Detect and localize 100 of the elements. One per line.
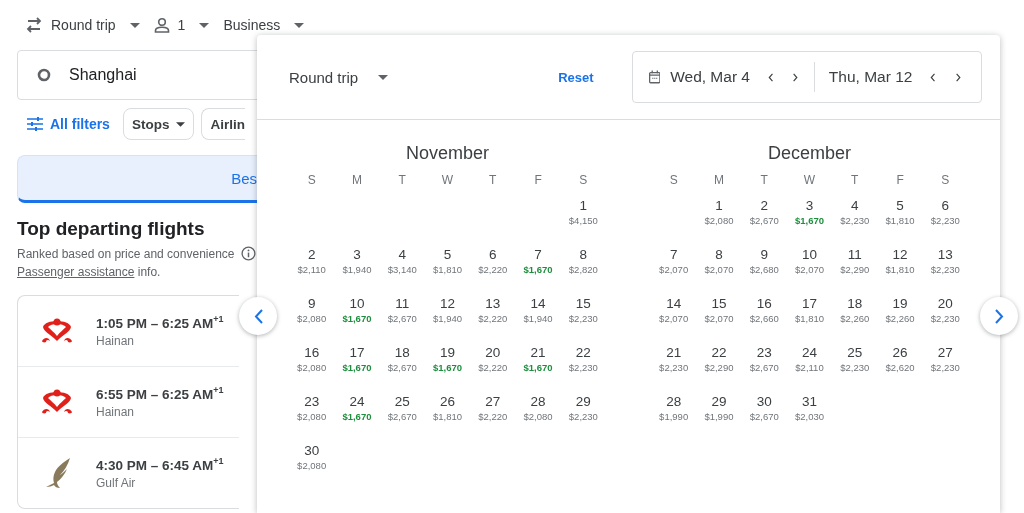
day-number[interactable]: 25: [847, 344, 863, 360]
day-number[interactable]: 6: [489, 246, 497, 262]
flight-row[interactable]: 1:05 PM – 6:25 AM$^{+1}$ Hainan: [18, 296, 239, 366]
day-number[interactable]: 21: [666, 344, 682, 360]
day-number[interactable]: 11: [395, 295, 410, 311]
info-icon[interactable]: [240, 246, 256, 261]
airline-name: Hainan: [96, 405, 136, 420]
day-number[interactable]: 31: [801, 393, 817, 409]
day-price: $2,080: [704, 214, 734, 226]
sort-tab[interactable]: Bes: [17, 155, 257, 203]
day-number[interactable]: 14: [530, 295, 546, 311]
day-number[interactable]: 1: [715, 197, 723, 213]
day-number[interactable]: 27: [485, 393, 501, 409]
day-price: $2,670: [749, 410, 779, 422]
reset-button[interactable]: Reset: [558, 69, 594, 85]
day-number[interactable]: 27: [937, 344, 953, 360]
day-number[interactable]: 29: [711, 393, 727, 409]
day-number[interactable]: 21: [530, 344, 546, 360]
day-price: $1,990: [704, 410, 734, 422]
day-number[interactable]: 2: [307, 246, 316, 262]
day-number[interactable]: 16: [304, 344, 320, 360]
all-filters-button[interactable]: All filters: [50, 116, 110, 132]
day-number[interactable]: 20: [485, 344, 501, 360]
day-number[interactable]: 26: [892, 344, 908, 360]
day-number[interactable]: 22: [575, 344, 591, 360]
cabin-dropdown[interactable]: Business: [223, 17, 281, 33]
day-number[interactable]: 15: [711, 295, 727, 311]
day-number[interactable]: 23: [304, 393, 320, 409]
day-number[interactable]: 6: [941, 197, 950, 213]
day-number[interactable]: 24: [801, 344, 817, 360]
day-number[interactable]: 2: [760, 197, 768, 213]
passenger-dropdown[interactable]: 1: [177, 17, 186, 33]
day-number[interactable]: 20: [937, 295, 953, 311]
day-number[interactable]: 8: [579, 246, 588, 262]
day-number[interactable]: 25: [394, 393, 410, 409]
day-number[interactable]: 18: [847, 295, 863, 311]
day-number[interactable]: 11: [847, 246, 862, 262]
sliders-icon: [27, 117, 43, 131]
day-number[interactable]: 10: [801, 246, 817, 262]
day-price: $2,820: [568, 263, 598, 275]
day-number[interactable]: 19: [439, 344, 455, 360]
day-number[interactable]: 22: [711, 344, 727, 360]
day-price: $2,670: [387, 312, 417, 324]
day-number[interactable]: 3: [353, 246, 361, 262]
day-number[interactable]: 29: [575, 393, 591, 409]
day-price: $2,260: [885, 312, 915, 324]
day-price: $2,670: [387, 410, 417, 422]
day-number[interactable]: 4: [398, 246, 406, 262]
filter-chip[interactable]: Stops: [122, 108, 195, 140]
return-date[interactable]: Thu, Mar 12: [828, 68, 913, 86]
next-month-button[interactable]: [980, 297, 1018, 335]
day-number[interactable]: 13: [485, 295, 501, 311]
day-number[interactable]: 23: [756, 344, 772, 360]
day-number[interactable]: 4: [851, 197, 859, 213]
departure-date[interactable]: Wed, Mar 4: [670, 68, 750, 86]
day-number[interactable]: 24: [349, 393, 365, 409]
day-price: $2,230: [930, 361, 960, 373]
previous-month-button[interactable]: [239, 297, 277, 335]
trip-type-dropdown[interactable]: Round trip: [51, 17, 116, 33]
day-number[interactable]: 13: [937, 246, 953, 262]
day-number[interactable]: 12: [439, 295, 455, 311]
day-number[interactable]: 12: [892, 246, 908, 262]
day-number[interactable]: 28: [530, 393, 546, 409]
day-number[interactable]: 9: [760, 246, 768, 262]
chevron-right-icon: [994, 308, 1004, 324]
assistance-link[interactable]: Passenger assistance: [17, 265, 135, 279]
day-number[interactable]: 17: [801, 295, 817, 311]
flight-row[interactable]: 4:30 PM – 6:45 AM$^{+1}$ Gulf Air: [18, 437, 239, 508]
day-price: $2,670: [749, 361, 779, 373]
filter-chip[interactable]: Airlin: [201, 108, 245, 140]
day-price: $2,670: [749, 214, 779, 226]
day-price: $1,670: [342, 410, 372, 422]
flight-row[interactable]: 6:55 PM – 6:25 AM$^{+1}$ Hainan: [18, 366, 239, 437]
day-number[interactable]: 5: [896, 197, 904, 213]
day-number[interactable]: 30: [756, 393, 772, 409]
day-number[interactable]: 30: [304, 442, 320, 458]
day-number[interactable]: 17: [349, 344, 365, 360]
day-number[interactable]: 18: [394, 344, 410, 360]
day-number[interactable]: 3: [805, 197, 814, 213]
day-price: $1,810: [885, 214, 915, 226]
ranking-note: Ranked based on price and convenience: [17, 246, 235, 261]
assistance-note: Passenger assistance info.: [17, 265, 162, 279]
day-number[interactable]: 9: [307, 295, 316, 311]
day-number[interactable]: 14: [666, 295, 682, 311]
day-number[interactable]: 7: [534, 246, 542, 262]
day-number[interactable]: 1: [579, 197, 588, 213]
day-price: $2,680: [749, 263, 779, 275]
day-number[interactable]: 7: [669, 246, 678, 262]
day-price: $2,660: [749, 312, 779, 324]
day-number[interactable]: 10: [349, 295, 365, 311]
day-number[interactable]: 5: [443, 246, 452, 262]
day-number[interactable]: 15: [575, 295, 591, 311]
day-number[interactable]: 28: [666, 393, 682, 409]
weekday-label: S: [668, 173, 679, 187]
day-number[interactable]: 8: [715, 246, 723, 262]
day-number[interactable]: 19: [892, 295, 908, 311]
day-price: $2,220: [478, 312, 508, 324]
day-price: $2,110: [795, 361, 824, 373]
day-number[interactable]: 16: [756, 295, 772, 311]
day-number[interactable]: 26: [439, 393, 455, 409]
